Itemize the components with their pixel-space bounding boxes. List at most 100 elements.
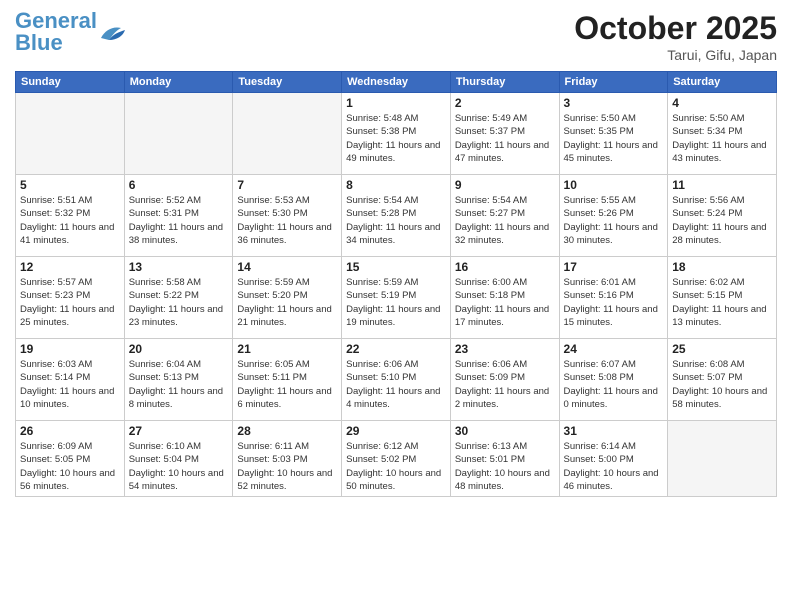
day-number: 31 — [564, 424, 664, 438]
calendar-cell-w2-d2: 6 Sunrise: 5:52 AM Sunset: 5:31 PM Daylig… — [124, 175, 233, 257]
calendar-cell-w2-d6: 10 Sunrise: 5:55 AM Sunset: 5:26 PM Dayli… — [559, 175, 668, 257]
day-number: 6 — [129, 178, 229, 192]
week-row-4: 19 Sunrise: 6:03 AM Sunset: 5:14 PM Dayli… — [16, 339, 777, 421]
day-info: Sunrise: 5:56 AM Sunset: 5:24 PM Dayligh… — [672, 194, 772, 247]
calendar-cell-w5-d2: 27Sunrise: 6:10 AM Sunset: 5:04 PM Dayli… — [124, 421, 233, 497]
day-info: Sunrise: 6:05 AM Sunset: 5:11 PM Dayligh… — [237, 358, 337, 411]
header-sunday: Sunday — [16, 72, 125, 93]
calendar-cell-w3-d1: 12Sunrise: 5:57 AM Sunset: 5:23 PM Dayli… — [16, 257, 125, 339]
week-row-1: 1Sunrise: 5:48 AM Sunset: 5:38 PM Daylig… — [16, 93, 777, 175]
day-info: Sunrise: 5:59 AM Sunset: 5:20 PM Dayligh… — [237, 276, 337, 329]
day-info: Sunrise: 5:49 AM Sunset: 5:37 PM Dayligh… — [455, 112, 555, 165]
day-info: Sunrise: 5:50 AM Sunset: 5:35 PM Dayligh… — [564, 112, 664, 165]
calendar-cell-w1-d6: 3 Sunrise: 5:50 AM Sunset: 5:35 PM Daylig… — [559, 93, 668, 175]
day-info: Sunrise: 5:59 AM Sunset: 5:19 PM Dayligh… — [346, 276, 446, 329]
day-number: 28 — [237, 424, 337, 438]
day-number: 25 — [672, 342, 772, 356]
month-title: October 2025 — [574, 10, 777, 47]
logo-bird-icon — [99, 20, 127, 44]
calendar-cell-w5-d5: 30 Sunrise: 6:13 AM Sunset: 5:01 PM Dayli… — [450, 421, 559, 497]
day-number: 7 — [237, 178, 337, 192]
week-row-2: 5 Sunrise: 5:51 AM Sunset: 5:32 PM Daylig… — [16, 175, 777, 257]
day-number: 24 — [564, 342, 664, 356]
calendar-cell-w1-d2 — [124, 93, 233, 175]
day-number: 10 — [564, 178, 664, 192]
day-info: Sunrise: 5:54 AM Sunset: 5:28 PM Dayligh… — [346, 194, 446, 247]
day-info: Sunrise: 6:03 AM Sunset: 5:14 PM Dayligh… — [20, 358, 120, 411]
calendar-cell-w5-d6: 31 Sunrise: 6:14 AM Sunset: 5:00 PM Dayli… — [559, 421, 668, 497]
day-number: 17 — [564, 260, 664, 274]
day-number: 5 — [20, 178, 120, 192]
header-tuesday: Tuesday — [233, 72, 342, 93]
calendar-cell-w3-d2: 13Sunrise: 5:58 AM Sunset: 5:22 PM Dayli… — [124, 257, 233, 339]
day-number: 14 — [237, 260, 337, 274]
calendar-cell-w3-d6: 17Sunrise: 6:01 AM Sunset: 5:16 PM Dayli… — [559, 257, 668, 339]
day-info: Sunrise: 6:00 AM Sunset: 5:18 PM Dayligh… — [455, 276, 555, 329]
calendar-cell-w2-d5: 9Sunrise: 5:54 AM Sunset: 5:27 PM Daylig… — [450, 175, 559, 257]
calendar-cell-w1-d7: 4 Sunrise: 5:50 AM Sunset: 5:34 PM Daylig… — [668, 93, 777, 175]
day-number: 19 — [20, 342, 120, 356]
day-info: Sunrise: 6:06 AM Sunset: 5:10 PM Dayligh… — [346, 358, 446, 411]
day-number: 21 — [237, 342, 337, 356]
day-info: Sunrise: 5:58 AM Sunset: 5:22 PM Dayligh… — [129, 276, 229, 329]
day-info: Sunrise: 6:08 AM Sunset: 5:07 PM Dayligh… — [672, 358, 772, 411]
calendar-cell-w3-d7: 18Sunrise: 6:02 AM Sunset: 5:15 PM Dayli… — [668, 257, 777, 339]
day-info: Sunrise: 5:54 AM Sunset: 5:27 PM Dayligh… — [455, 194, 555, 247]
calendar-cell-w5-d3: 28 Sunrise: 6:11 AM Sunset: 5:03 PM Dayli… — [233, 421, 342, 497]
logo: General Blue — [15, 10, 127, 54]
logo-text: General Blue — [15, 10, 97, 54]
calendar-cell-w4-d3: 21 Sunrise: 6:05 AM Sunset: 5:11 PM Dayli… — [233, 339, 342, 421]
day-number: 29 — [346, 424, 446, 438]
calendar-cell-w3-d5: 16Sunrise: 6:00 AM Sunset: 5:18 PM Dayli… — [450, 257, 559, 339]
header-thursday: Thursday — [450, 72, 559, 93]
day-number: 4 — [672, 96, 772, 110]
day-info: Sunrise: 5:51 AM Sunset: 5:32 PM Dayligh… — [20, 194, 120, 247]
day-info: Sunrise: 6:13 AM Sunset: 5:01 PM Dayligh… — [455, 440, 555, 493]
day-info: Sunrise: 6:09 AM Sunset: 5:05 PM Dayligh… — [20, 440, 120, 493]
calendar-cell-w4-d7: 25 Sunrise: 6:08 AM Sunset: 5:07 PM Dayli… — [668, 339, 777, 421]
calendar-cell-w2-d3: 7 Sunrise: 5:53 AM Sunset: 5:30 PM Daylig… — [233, 175, 342, 257]
day-info: Sunrise: 5:55 AM Sunset: 5:26 PM Dayligh… — [564, 194, 664, 247]
calendar-cell-w4-d4: 22 Sunrise: 6:06 AM Sunset: 5:10 PM Dayli… — [342, 339, 451, 421]
header: General Blue October 2025 Tarui, Gifu, J… — [15, 10, 777, 63]
day-info: Sunrise: 5:53 AM Sunset: 5:30 PM Dayligh… — [237, 194, 337, 247]
day-number: 18 — [672, 260, 772, 274]
calendar-cell-w5-d1: 26 Sunrise: 6:09 AM Sunset: 5:05 PM Dayli… — [16, 421, 125, 497]
day-number: 12 — [20, 260, 120, 274]
calendar-container: General Blue October 2025 Tarui, Gifu, J… — [0, 0, 792, 612]
day-number: 23 — [455, 342, 555, 356]
calendar-cell-w2-d1: 5 Sunrise: 5:51 AM Sunset: 5:32 PM Daylig… — [16, 175, 125, 257]
day-info: Sunrise: 5:52 AM Sunset: 5:31 PM Dayligh… — [129, 194, 229, 247]
header-friday: Friday — [559, 72, 668, 93]
day-info: Sunrise: 6:07 AM Sunset: 5:08 PM Dayligh… — [564, 358, 664, 411]
day-info: Sunrise: 5:50 AM Sunset: 5:34 PM Dayligh… — [672, 112, 772, 165]
day-number: 1 — [346, 96, 446, 110]
calendar-cell-w4-d5: 23 Sunrise: 6:06 AM Sunset: 5:09 PM Dayli… — [450, 339, 559, 421]
week-row-5: 26 Sunrise: 6:09 AM Sunset: 5:05 PM Dayli… — [16, 421, 777, 497]
day-number: 3 — [564, 96, 664, 110]
day-number: 15 — [346, 260, 446, 274]
calendar-cell-w1-d4: 1Sunrise: 5:48 AM Sunset: 5:38 PM Daylig… — [342, 93, 451, 175]
calendar-cell-w2-d7: 11 Sunrise: 5:56 AM Sunset: 5:24 PM Dayli… — [668, 175, 777, 257]
day-info: Sunrise: 6:12 AM Sunset: 5:02 PM Dayligh… — [346, 440, 446, 493]
day-info: Sunrise: 6:11 AM Sunset: 5:03 PM Dayligh… — [237, 440, 337, 493]
calendar-cell-w3-d4: 15 Sunrise: 5:59 AM Sunset: 5:19 PM Dayli… — [342, 257, 451, 339]
calendar-table: Sunday Monday Tuesday Wednesday Thursday… — [15, 71, 777, 497]
day-number: 2 — [455, 96, 555, 110]
day-info: Sunrise: 6:06 AM Sunset: 5:09 PM Dayligh… — [455, 358, 555, 411]
calendar-cell-w5-d4: 29 Sunrise: 6:12 AM Sunset: 5:02 PM Dayli… — [342, 421, 451, 497]
day-number: 30 — [455, 424, 555, 438]
day-number: 27 — [129, 424, 229, 438]
calendar-cell-w1-d3 — [233, 93, 342, 175]
calendar-cell-w4-d1: 19 Sunrise: 6:03 AM Sunset: 5:14 PM Dayli… — [16, 339, 125, 421]
day-number: 26 — [20, 424, 120, 438]
day-number: 22 — [346, 342, 446, 356]
day-number: 20 — [129, 342, 229, 356]
weekday-header-row: Sunday Monday Tuesday Wednesday Thursday… — [16, 72, 777, 93]
day-info: Sunrise: 6:14 AM Sunset: 5:00 PM Dayligh… — [564, 440, 664, 493]
title-section: October 2025 Tarui, Gifu, Japan — [574, 10, 777, 63]
day-number: 11 — [672, 178, 772, 192]
day-number: 8 — [346, 178, 446, 192]
logo-blue: Blue — [15, 30, 63, 55]
subtitle: Tarui, Gifu, Japan — [574, 47, 777, 63]
